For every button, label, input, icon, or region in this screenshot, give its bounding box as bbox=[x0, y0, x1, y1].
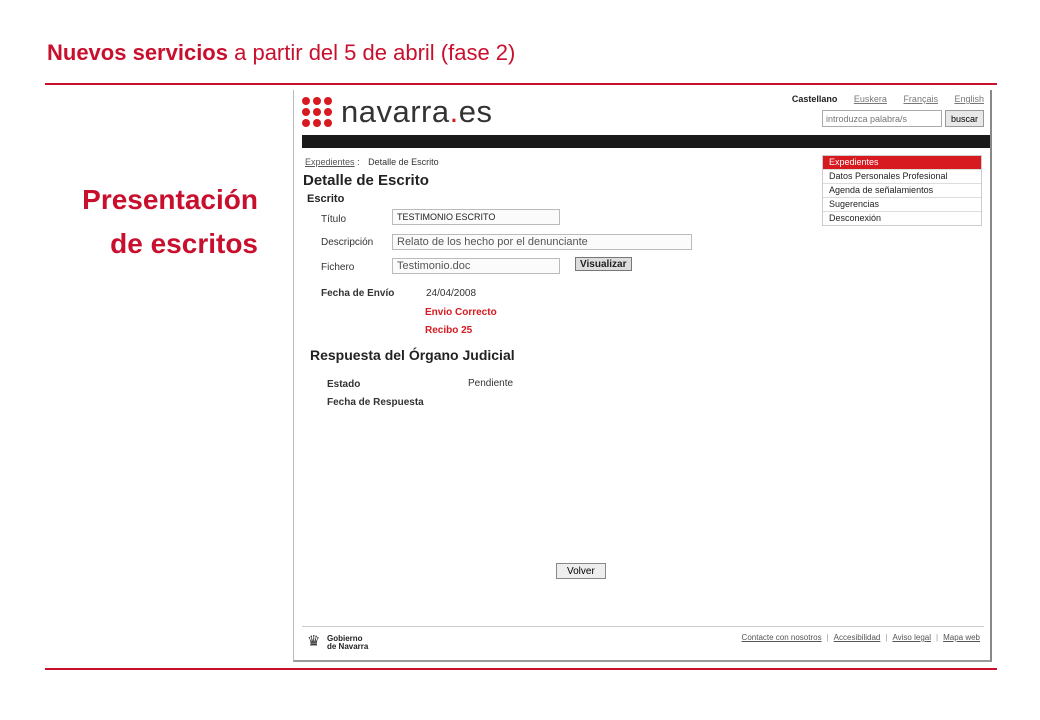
menu-item-agenda[interactable]: Agenda de señalamientos bbox=[823, 184, 981, 198]
search-button[interactable]: buscar bbox=[944, 110, 984, 127]
footer-link-contacte[interactable]: Contacte con nosotros bbox=[742, 633, 822, 642]
volver-button[interactable]: Volver bbox=[556, 563, 606, 579]
titulo-field[interactable]: TESTIMONIO ESCRITO bbox=[392, 209, 560, 225]
gobierno-line2: de Navarra bbox=[327, 642, 369, 651]
web-screenshot: navarra.es Castellano Euskera Français E… bbox=[293, 90, 992, 662]
fichero-field[interactable]: Testimonio.doc bbox=[392, 258, 560, 274]
slide-title-rest: a partir del 5 de abril (fase 2) bbox=[234, 40, 516, 65]
breadcrumb-expedientes[interactable]: Expedientes bbox=[305, 157, 355, 167]
fecha-respuesta-label: Fecha de Respuesta bbox=[327, 397, 424, 408]
menu-item-desconexion[interactable]: Desconexión bbox=[823, 212, 981, 225]
page-title: Detalle de Escrito bbox=[303, 172, 429, 189]
side-title-line1: Presentación bbox=[82, 184, 258, 215]
recibo-link[interactable]: Recibo 25 bbox=[425, 325, 472, 336]
titulo-label: Título bbox=[321, 214, 347, 225]
envio-status: Envio Correcto bbox=[425, 307, 497, 318]
fecha-envio-value: 24/04/2008 bbox=[426, 288, 477, 299]
logo-text: navarra.es bbox=[341, 94, 493, 129]
navarra-crest-icon: ♛ bbox=[307, 633, 321, 650]
descripcion-label: Descripción bbox=[321, 237, 374, 248]
lang-euskera[interactable]: Euskera bbox=[854, 94, 887, 104]
menu-item-expedientes[interactable]: Expedientes bbox=[823, 156, 981, 170]
footer-links: Contacte con nosotros | Accesibilidad | Avis… bbox=[741, 633, 980, 642]
estado-value: Pendiente bbox=[468, 378, 514, 389]
footer-link-mapa-web[interactable]: Mapa web bbox=[943, 633, 980, 642]
slide-title: Nuevos servicios a partir del 5 de abril… bbox=[47, 40, 515, 66]
bottom-divider bbox=[45, 668, 997, 670]
gobierno-logo[interactable]: Gobierno de Navarra bbox=[327, 635, 368, 651]
navarra-logo[interactable]: navarra.es bbox=[302, 94, 492, 130]
slide-title-bold: Nuevos servicios bbox=[47, 40, 228, 65]
breadcrumb-current: Detalle de Escrito bbox=[368, 157, 439, 167]
breadcrumb: Expedientes : Detalle de Escrito bbox=[305, 157, 439, 167]
fichero-label: Fichero bbox=[321, 262, 355, 273]
respuesta-heading: Respuesta del Órgano Judicial bbox=[310, 347, 515, 363]
fecha-envio-label: Fecha de Envío bbox=[321, 288, 395, 299]
lang-castellano[interactable]: Castellano bbox=[792, 94, 838, 104]
logo-dots-icon bbox=[302, 97, 332, 127]
side-title-line2: de escritos bbox=[110, 228, 258, 259]
menu-item-sugerencias[interactable]: Sugerencias bbox=[823, 198, 981, 212]
breadcrumb-separator: : bbox=[357, 157, 360, 167]
top-divider bbox=[45, 83, 997, 85]
menu-item-datos-personales[interactable]: Datos Personales Profesional bbox=[823, 170, 981, 184]
estado-label: Estado bbox=[327, 379, 361, 390]
section-title-escrito: Escrito bbox=[307, 193, 345, 205]
search-input[interactable] bbox=[821, 110, 942, 127]
footer-link-accesibilidad[interactable]: Accesibilidad bbox=[834, 633, 881, 642]
descripcion-field[interactable]: Relato de los hecho por el denunciante bbox=[392, 234, 692, 250]
footer-link-aviso-legal[interactable]: Aviso legal bbox=[892, 633, 931, 642]
site-footer: ♛ Gobierno de Navarra Contacte con nosot… bbox=[302, 626, 984, 655]
side-title: Presentación de escritos bbox=[82, 178, 258, 266]
site-search: buscar bbox=[821, 110, 984, 127]
lang-francais[interactable]: Français bbox=[903, 94, 938, 104]
lang-english[interactable]: English bbox=[954, 94, 984, 104]
language-selector: Castellano Euskera Français English bbox=[778, 94, 984, 104]
side-menu: Expedientes Datos Personales Profesional… bbox=[822, 155, 982, 226]
top-nav-bar bbox=[302, 135, 990, 148]
visualizar-button[interactable]: Visualizar bbox=[575, 257, 632, 271]
